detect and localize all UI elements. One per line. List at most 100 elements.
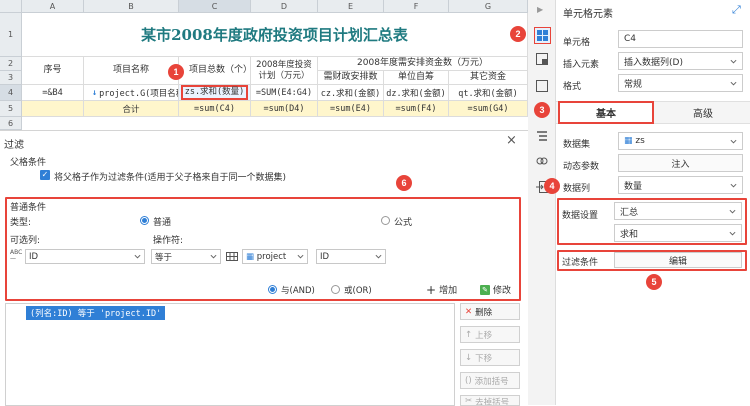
arrow-down-icon: ↓ [465,352,473,363]
column-header-a[interactable]: A [22,0,84,13]
logic-or-radio[interactable] [331,285,340,294]
plus-icon: + [426,282,437,297]
header-invest-plan[interactable]: 2008年度投资计划（万元） [251,57,318,85]
cell-element-tab[interactable] [534,27,551,44]
dataset-select[interactable]: ▦ zs [618,132,743,150]
operator-select[interactable]: 等于 [151,249,221,264]
column-header-b[interactable]: B [84,0,179,13]
remove-bracket-button[interactable]: ✂ 去掉括号 [460,395,520,406]
type-formula-label: 公式 [394,218,413,228]
condition-attr-tab[interactable] [536,130,548,142]
add-bracket-button[interactable]: () 添加括号 [460,372,520,389]
header-other-funds[interactable]: 其它资金 [449,71,528,85]
inject-button[interactable]: 注入 [618,154,743,172]
modify-button-label: 修改 [493,286,512,296]
column-select[interactable]: ID [25,249,145,264]
close-icon[interactable]: × [506,134,517,147]
chevron-down-icon [210,254,217,259]
chevron-down-icon [375,254,382,259]
insert-element-select[interactable]: 插入数据列(D) [618,52,743,70]
dialog-title: 过滤 [4,140,24,151]
cell-attribute-tab[interactable] [536,80,548,92]
logic-and-radio[interactable] [268,285,277,294]
column-type-icon: ABC — [10,249,23,262]
column-header-d[interactable]: D [251,0,318,13]
dataset-label: 数据集 [563,140,591,150]
tab-basic[interactable]: 基本 [558,101,654,124]
cell-g4[interactable]: qt.求和(金额) [449,85,528,101]
type-label: 类型: [10,218,32,228]
cell-g5[interactable]: =sum(G4) [449,101,528,117]
row-header-3[interactable]: 3 [0,71,22,85]
dataset-select[interactable]: ▦ project [242,249,308,264]
format-select[interactable]: 常规 [618,74,743,92]
row-header-2[interactable]: 2 [0,57,22,71]
cell-d4[interactable]: =SUM(E4:G4) [251,85,318,101]
data-setting-select[interactable]: 汇总 [614,202,742,220]
logic-or-label: 或(OR) [344,286,372,296]
aggregate-select[interactable]: 求和 [614,224,742,242]
row-header-5[interactable]: 5 [0,101,22,117]
value-grid-icon[interactable] [226,252,238,261]
cell-c4[interactable]: zs.求和(数量) [179,85,251,101]
move-up-button[interactable]: ↑ 上移 [460,326,520,343]
dataset-column-select[interactable]: ID [316,249,386,264]
edit-filter-button[interactable]: 编辑 [614,252,742,268]
cell-style-tab[interactable] [536,53,548,65]
hyperlink-tab[interactable] [536,155,548,167]
modify-button[interactable]: ✎ 修改 [480,282,511,297]
column-select-value: ID [29,251,39,262]
cell-e4[interactable]: cz.求和(金额) [318,85,384,101]
cell-c5[interactable]: =sum(C4) [179,101,251,117]
cell-input-value: C4 [624,34,637,44]
cell-b5[interactable]: 合计 [84,101,179,117]
tab-advanced[interactable]: 高级 [656,101,750,124]
sheet-corner[interactable] [0,0,22,13]
cell-a5[interactable] [22,101,84,117]
cell-e5[interactable]: =sum(E4) [318,101,384,117]
column-header-f[interactable]: F [384,0,449,13]
data-column-select[interactable]: 数量 [618,176,743,194]
expand-arrow-icon: ↓ [92,87,98,98]
data-setting-label: 数据设置 [562,211,599,221]
row-header-6[interactable]: 6 [0,117,22,130]
delete-button[interactable]: ✕ 删除 [460,303,520,320]
move-down-button[interactable]: ↓ 下移 [460,349,520,366]
cell-f5[interactable]: =sum(F4) [384,101,449,117]
add-button[interactable]: + 增加 [426,282,457,297]
chevron-down-icon [730,81,737,86]
insert-element-label: 插入元素 [563,60,600,70]
pin-icon[interactable]: ⤢ [732,3,741,17]
cell-b4[interactable]: ↓ project.G(项目名称) [84,85,179,101]
chevron-down-icon [729,231,736,236]
add-button-label: 增加 [439,286,458,296]
dataset-select-text: project [256,251,287,262]
delete-icon: ✕ [465,306,473,317]
data-setting-value: 汇总 [620,207,639,218]
header-seq[interactable]: 序号 [22,57,84,85]
data-column-label: 数据列 [563,184,591,194]
type-normal-radio[interactable] [140,216,149,225]
collapse-arrow-icon[interactable]: ▶ [537,5,543,14]
header-fiscal[interactable]: 需财政安排数 [318,71,384,85]
cell-f4[interactable]: dz.求和(金额) [384,85,449,101]
row-header-4[interactable]: 4 [0,85,22,101]
row-header-1[interactable]: 1 [0,13,22,57]
data-column-value: 数量 [624,181,643,192]
header-project-total[interactable]: 项目总数（个） [179,57,251,85]
report-title[interactable]: 某市2008年度政府投资项目计划汇总表 [22,13,528,57]
cell-d5[interactable]: =sum(D4) [251,101,318,117]
condition-item[interactable]: (列名:ID) 等于 'project.ID' [26,306,166,320]
cell-input[interactable]: C4 [618,30,743,48]
column-header-e[interactable]: E [318,0,384,13]
column-header-c[interactable]: C [179,0,251,13]
dynamic-param-label: 动态参数 [563,162,600,172]
header-project-name[interactable]: 项目名称 [84,57,179,85]
common-section-label: 普通条件 [10,203,47,213]
cell-a4[interactable]: =&B4 [22,85,84,101]
header-self-raised[interactable]: 单位自筹 [384,71,449,85]
type-formula-radio[interactable] [381,216,390,225]
parent-checkbox[interactable]: ✓ [40,170,50,180]
column-header-g[interactable]: G [449,0,528,13]
header-arrange-funds[interactable]: 2008年度需安排资金数（万元） [318,57,528,71]
